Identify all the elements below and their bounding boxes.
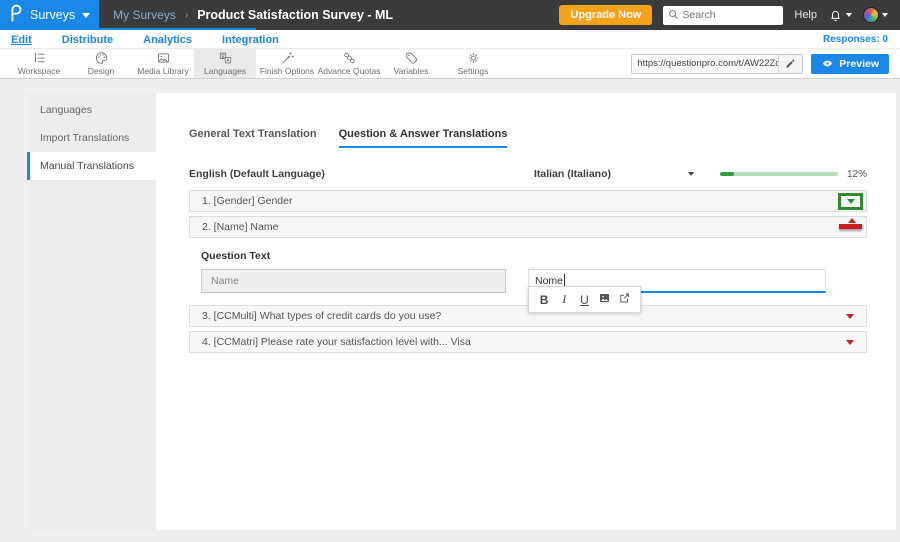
external-link-icon (620, 293, 630, 303)
chevron-down-icon (82, 12, 91, 18)
pencil-icon (786, 59, 795, 68)
annotation-highlight-box (838, 193, 864, 210)
sidebar-item-manual-translations[interactable]: Manual Translations (27, 152, 156, 180)
chevron-down-icon (882, 13, 888, 17)
breadcrumb-separator: › (184, 9, 189, 21)
translation-tabs: General Text Translation Question & Answ… (189, 128, 867, 148)
tab-question-answer-translations[interactable]: Question & Answer Translations (338, 128, 508, 148)
expand-caret-icon[interactable] (846, 339, 855, 345)
translate-icon (219, 52, 231, 64)
palette-icon (95, 52, 107, 64)
question-row-gender[interactable]: 1. [Gender] Gender (189, 190, 868, 212)
tab-general-text-translation[interactable]: General Text Translation (189, 128, 317, 148)
underline-button[interactable]: U (576, 293, 592, 307)
translation-editor: Question Text Name Nome B I U (189, 238, 868, 313)
insert-link-button[interactable] (617, 292, 633, 307)
italic-button[interactable]: I (556, 292, 572, 307)
gear-icon (467, 52, 479, 64)
translations-card: Languages Import Translations Manual Tra… (27, 93, 897, 530)
edit-toolbar: Workspace Design Media Library Languages… (0, 48, 900, 79)
question-row-name[interactable]: 2. [Name] Name (189, 216, 868, 238)
question-block-name: 2. [Name] Name Question Text Name Nome B… (189, 216, 868, 313)
questionpro-logo-icon (8, 4, 23, 27)
format-toolbar: B I U (528, 286, 641, 313)
survey-title: Product Satisfaction Survey - ML (197, 8, 394, 22)
notifications-menu[interactable] (828, 8, 852, 23)
search-icon (669, 10, 679, 20)
source-language-label: English (Default Language) (189, 168, 325, 180)
toolbar-workspace[interactable]: Workspace (8, 49, 70, 78)
progress-fill (720, 172, 735, 176)
product-switcher[interactable]: Surveys (0, 0, 100, 30)
eye-icon (823, 60, 833, 67)
progress-percent-label: 12% (847, 168, 868, 180)
toolbar-advance-quotas[interactable]: Advance Quotas (318, 49, 380, 78)
expand-caret-icon[interactable] (846, 199, 855, 204)
help-link[interactable]: Help (794, 9, 817, 21)
toolbar-finish-options[interactable]: Finish Options (256, 49, 318, 78)
chevron-down-icon (688, 172, 694, 176)
workspace-icon (34, 52, 45, 63)
translations-main: General Text Translation Question & Answ… (156, 93, 897, 530)
upgrade-now-button[interactable]: Upgrade Now (559, 5, 653, 25)
question-row-ccmatri[interactable]: 4. [CCMatri] Please rate your satisfacti… (189, 331, 868, 353)
question-list: 1. [Gender] Gender 2. [Name] Name Questi… (189, 190, 868, 353)
bell-icon (831, 10, 840, 21)
toolbar-design[interactable]: Design (70, 49, 132, 78)
edit-url-button[interactable] (778, 54, 803, 73)
toolbar-variables[interactable]: Variables (380, 49, 442, 78)
source-text-field: Name (201, 269, 506, 293)
chevron-down-icon (846, 13, 852, 17)
annotation-red-marker (839, 224, 863, 229)
chain-links-icon (343, 52, 355, 64)
nav-edit[interactable]: Edit (11, 33, 32, 46)
header-accent-bar (0, 28, 256, 30)
survey-url-box: https://questionpro.com/t/AW22Zd1S1 (631, 53, 804, 74)
sidebar-item-languages[interactable]: Languages (27, 96, 156, 124)
product-name: Surveys (30, 8, 76, 22)
tag-icon (405, 52, 417, 64)
survey-url[interactable]: https://questionpro.com/t/AW22Zd1S1 (632, 58, 778, 69)
avatar (863, 7, 879, 23)
collapse-caret-icon[interactable] (848, 218, 857, 223)
target-language-dropdown[interactable]: Italian (Italiano) (534, 168, 694, 180)
nav-integration[interactable]: Integration (222, 33, 279, 46)
preview-button[interactable]: Preview (811, 53, 889, 74)
image-icon (600, 294, 610, 302)
language-selection-row: English (Default Language) Italian (Ital… (189, 168, 867, 180)
top-header: Surveys My Surveys › Product Satisfactio… (0, 0, 900, 30)
nav-analytics[interactable]: Analytics (143, 33, 192, 46)
breadcrumb: My Surveys › Product Satisfaction Survey… (113, 8, 393, 22)
breadcrumb-my-surveys[interactable]: My Surveys (113, 8, 176, 22)
magic-wand-icon (281, 52, 294, 64)
translation-progress-bar (720, 172, 838, 176)
account-menu[interactable] (863, 7, 888, 23)
toolbar-settings[interactable]: Settings (442, 49, 504, 78)
bold-button[interactable]: B (536, 293, 552, 307)
expand-caret-icon[interactable] (846, 313, 855, 319)
toolbar-languages[interactable]: Languages (194, 49, 256, 78)
sidebar-item-import-translations[interactable]: Import Translations (27, 124, 156, 152)
question-text-label: Question Text (201, 250, 271, 262)
translations-sidebar: Languages Import Translations Manual Tra… (27, 93, 156, 530)
toolbar-media-library[interactable]: Media Library (132, 49, 194, 78)
insert-image-button[interactable] (597, 292, 613, 307)
section-nav: Edit Distribute Analytics Integration Re… (0, 30, 900, 48)
responses-count[interactable]: Responses: 0 (823, 34, 888, 45)
nav-distribute[interactable]: Distribute (62, 33, 113, 46)
image-icon (157, 53, 169, 63)
search-input[interactable] (663, 5, 784, 25)
